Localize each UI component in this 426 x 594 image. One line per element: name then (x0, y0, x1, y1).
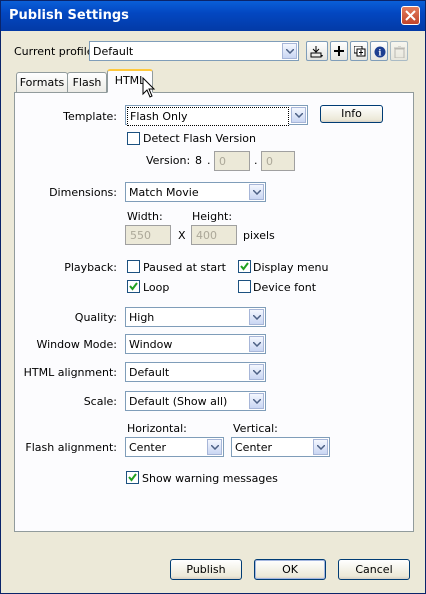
window-mode-value: Window (129, 338, 173, 351)
display-menu-label: Display menu (253, 261, 329, 274)
duplicate-profile-button[interactable] (350, 41, 368, 61)
dimensions-value: Match Movie (129, 186, 199, 199)
checkmark-icon (128, 473, 137, 482)
version-minor-value: 0 (219, 155, 226, 168)
horizontal-alignment-value: Center (129, 441, 167, 454)
chevron-down-icon (249, 309, 264, 325)
trash-icon (394, 46, 405, 58)
version-label: Version: (146, 154, 191, 167)
checkmark-icon (240, 262, 249, 271)
chevron-down-icon (207, 439, 222, 455)
info-icon: i (374, 46, 386, 58)
import-export-profile-button[interactable] (306, 41, 328, 61)
plus-icon (334, 46, 344, 56)
close-icon (405, 10, 416, 21)
tab-flash[interactable]: Flash (67, 72, 107, 92)
scale-select[interactable]: Default (Show all) (125, 391, 266, 411)
html-alignment-select[interactable]: Default (125, 362, 266, 382)
checkmark-icon (129, 282, 138, 291)
height-field[interactable]: 400 (191, 225, 237, 245)
flash-alignment-label: Flash alignment: (25, 441, 117, 454)
version-revision-value: 0 (266, 155, 273, 168)
version-dot-1: . (207, 154, 211, 167)
scale-label: Scale: (83, 395, 117, 408)
chevron-down-icon (313, 439, 328, 455)
template-select[interactable]: Flash Only (125, 105, 308, 126)
vertical-label: Vertical: (233, 422, 278, 435)
ok-button[interactable]: OK (254, 559, 326, 580)
height-label: Height: (192, 210, 233, 223)
quality-label: Quality: (74, 311, 117, 324)
horizontal-alignment-select[interactable]: Center (125, 437, 224, 457)
scale-value: Default (Show all) (129, 395, 228, 408)
detect-flash-version-checkbox[interactable] (127, 132, 140, 145)
cancel-button[interactable]: Cancel (338, 559, 410, 580)
window-mode-select[interactable]: Window (125, 334, 266, 354)
chevron-down-icon (249, 393, 264, 409)
playback-label: Playback: (64, 261, 117, 274)
dimension-separator: X (178, 229, 186, 242)
profile-properties-button[interactable]: i (370, 41, 388, 61)
version-major: 8 (195, 154, 202, 167)
template-value: Flash Only (127, 107, 289, 126)
publish-settings-dialog: Publish Settings Current profile: Defaul… (0, 0, 426, 594)
chevron-down-icon (249, 184, 264, 200)
add-profile-button[interactable] (330, 41, 348, 61)
close-button[interactable] (401, 6, 420, 25)
mouse-cursor-icon (142, 77, 156, 98)
device-font-label: Device font (253, 281, 317, 294)
svg-text:i: i (378, 48, 381, 58)
profile-select[interactable]: Default (89, 41, 299, 61)
paused-at-start-checkbox[interactable] (127, 260, 140, 273)
vertical-alignment-select[interactable]: Center (231, 437, 330, 457)
tab-formats[interactable]: Formats (16, 72, 68, 92)
import-export-icon (310, 46, 323, 58)
html-alignment-label: HTML alignment: (23, 366, 117, 379)
template-info-button[interactable]: Info (320, 105, 383, 123)
show-warning-messages-label: Show warning messages (142, 472, 278, 485)
device-font-checkbox[interactable] (238, 280, 251, 293)
loop-checkbox[interactable] (127, 280, 140, 293)
display-menu-checkbox[interactable] (238, 260, 251, 273)
height-value: 400 (196, 229, 217, 242)
chevron-down-icon (249, 364, 264, 380)
title-bar: Publish Settings (1, 1, 425, 31)
chevron-down-icon (291, 107, 306, 123)
vertical-alignment-value: Center (235, 441, 273, 454)
chevron-down-icon (282, 43, 297, 59)
version-revision-field[interactable]: 0 (261, 151, 295, 171)
window-mode-label: Window Mode: (36, 338, 117, 351)
delete-profile-button[interactable] (390, 41, 408, 61)
dimensions-label: Dimensions: (49, 186, 117, 199)
detect-flash-version-label: Detect Flash Version (143, 132, 256, 145)
html-alignment-value: Default (129, 366, 170, 379)
chevron-down-icon (249, 336, 264, 352)
dimension-units: pixels (243, 229, 275, 242)
version-dot-2: . (254, 154, 258, 167)
version-minor-field[interactable]: 0 (214, 151, 250, 171)
quality-value: High (129, 311, 155, 324)
duplicate-icon (354, 46, 366, 57)
profile-value: Default (93, 45, 134, 58)
width-field[interactable]: 550 (125, 225, 171, 245)
dimensions-select[interactable]: Match Movie (125, 182, 266, 202)
profile-label: Current profile: (14, 45, 98, 58)
window-title: Publish Settings (9, 8, 129, 23)
width-value: 550 (130, 229, 151, 242)
paused-at-start-label: Paused at start (143, 261, 226, 274)
publish-button[interactable]: Publish (170, 559, 242, 580)
template-label: Template: (63, 110, 117, 123)
quality-select[interactable]: High (125, 307, 266, 327)
horizontal-label: Horizontal: (127, 422, 187, 435)
width-label: Width: (127, 210, 163, 223)
loop-label: Loop (143, 281, 170, 294)
show-warning-messages-checkbox[interactable] (126, 471, 139, 484)
